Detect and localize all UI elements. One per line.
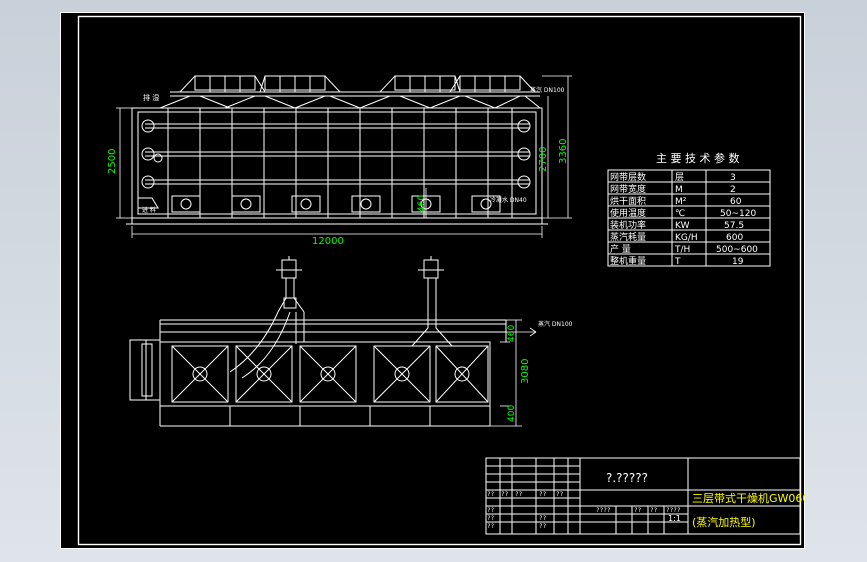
tech-params-rows: 网带层数 层 3 网带宽度 M 2 烘干面积 M² 60 使用温度 ℃ 50~1… — [610, 171, 758, 267]
plan-dim-total: 3080 — [520, 359, 531, 384]
param-unit: KG/H — [675, 233, 698, 243]
tb-cell: ?? — [487, 491, 495, 498]
tb-cell: ?? — [501, 491, 509, 498]
plan-fan-boxes — [171, 345, 489, 403]
tb-cell: ?? — [539, 523, 547, 530]
param-unit: T — [674, 257, 681, 267]
param-value: 19 — [732, 257, 744, 267]
exhaust-hoods — [179, 75, 536, 93]
drawing-sheet[interactable]: 排 湿 蒸汽 DN100 进 料 冷凝水 DN40 12000 2500 270… — [60, 12, 805, 549]
plan-label-steam: 蒸汽 DN100 — [538, 320, 573, 328]
param-value: 3 — [730, 173, 736, 183]
param-name: 整机重量 — [610, 255, 646, 267]
tb-cell: ?? — [650, 507, 658, 514]
drawing-canvas: 排 湿 蒸汽 DN100 进 料 冷凝水 DN40 12000 2500 270… — [60, 12, 805, 549]
drawing-name-line1: 三层带式干燥机GW060 — [692, 491, 805, 505]
label-condensate: 冷凝水 DN40 — [490, 196, 527, 204]
scale-value: 1:1 — [668, 514, 681, 523]
title-block-small-cells: ?? ?? ?? ?? ?? ???? ?? ?? ???? ?? ?? ?? … — [487, 491, 681, 530]
tb-cell: ?? — [556, 491, 564, 498]
param-value: 500~600 — [716, 245, 758, 255]
param-unit: M — [675, 185, 683, 195]
elevation-view — [126, 75, 548, 225]
title-block-company: ?.????? — [606, 471, 648, 485]
param-value: 2 — [730, 185, 736, 195]
param-unit: ℃ — [675, 209, 685, 219]
tb-cell: ?? — [487, 523, 495, 530]
outer-border — [60, 12, 805, 549]
param-value: 50~120 — [720, 209, 756, 219]
param-name: 蒸汽耗量 — [610, 231, 646, 243]
param-unit: 层 — [675, 172, 684, 183]
plan-view — [129, 256, 507, 427]
param-value: 600 — [726, 233, 743, 243]
tech-params-title: 主 要 技 术 参 数 — [656, 151, 739, 165]
param-name: 烘干面积 — [610, 195, 646, 207]
tb-cell: ?? — [515, 491, 523, 498]
plan-dim-top: 460 — [507, 325, 517, 342]
tb-cell: ?? — [487, 507, 495, 514]
dim-right-height-2: 3360 — [558, 139, 569, 164]
param-name: 使用温度 — [610, 207, 646, 219]
plan-body — [159, 341, 491, 407]
tb-cell: ?? — [539, 515, 547, 522]
dim-right-height-1: 2700 — [538, 147, 549, 172]
tb-cell: ?? — [634, 507, 642, 514]
label-steam-inlet: 蒸汽 DN100 — [530, 86, 565, 94]
tb-cell: ?? — [539, 491, 547, 498]
plan-dim-bottom: 400 — [507, 405, 517, 422]
cad-viewport[interactable]: 排 湿 蒸汽 DN100 进 料 冷凝水 DN40 12000 2500 270… — [0, 0, 867, 562]
tb-cell: ?? — [487, 515, 495, 522]
drawing-name-line2: (蒸汽加热型) — [692, 515, 756, 529]
tb-cell: ???? — [666, 507, 681, 514]
label-exhaust: 排 湿 — [143, 93, 159, 102]
dim-inner: 460 — [417, 195, 427, 212]
param-name: 网带层数 — [610, 171, 646, 183]
label-feed: 进 料 — [142, 206, 156, 214]
param-value: 60 — [730, 197, 742, 207]
param-name: 网带宽度 — [610, 183, 646, 195]
dim-overall-length: 12000 — [312, 236, 344, 247]
tb-cell: ???? — [596, 507, 611, 514]
param-name: 装机功率 — [610, 219, 646, 231]
param-unit: T/H — [674, 245, 690, 255]
param-unit: KW — [675, 221, 690, 231]
param-value: 57.5 — [724, 221, 744, 231]
param-name: 产 量 — [610, 243, 631, 255]
param-unit: M² — [675, 197, 687, 207]
bottom-fans — [171, 195, 501, 213]
dim-left-height: 2500 — [107, 149, 118, 174]
